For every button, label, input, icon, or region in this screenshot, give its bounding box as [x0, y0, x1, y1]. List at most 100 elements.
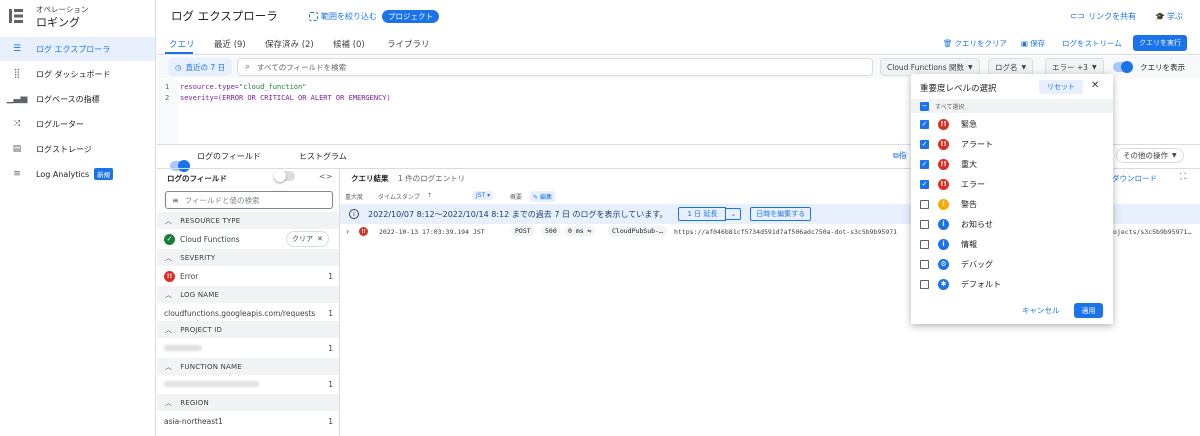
severity-option-row[interactable]: ⚙ デバッグ — [911, 254, 1113, 274]
http-status-chip[interactable]: 500 — [541, 226, 561, 236]
edit-time-label: 日時を編集する — [756, 210, 806, 218]
field-value-row[interactable]: cloudfunctions.googleapis.com/requests 1 — [157, 303, 339, 323]
info-text: 2022/10/07 8:12～2022/10/14 8:12 までの過去 7 … — [368, 209, 668, 219]
severity-option-row[interactable]: ✓!! 緊急 — [911, 114, 1113, 134]
nav-item-log-analytics[interactable]: ≡ Log Analytics 新規 — [0, 162, 155, 186]
severity-chip-label: エラー +3 — [1052, 62, 1088, 72]
dropdown-icon: ▼ — [1091, 63, 1097, 71]
edit-summary-button[interactable]: ✎ 編集 — [530, 191, 555, 202]
checked-checkbox[interactable]: ✓ — [920, 139, 929, 149]
tab-saved[interactable]: 保存済み (2) — [265, 38, 314, 50]
tab-suggested[interactable]: 候補 (0) — [333, 38, 365, 50]
apply-button[interactable]: 適用 — [1074, 303, 1103, 318]
section-resource-type[interactable]: ︿ RESOURCE TYPE — [157, 212, 339, 229]
checked-checkbox[interactable]: ✓ — [920, 159, 929, 169]
field-value-row[interactable]: 1 — [157, 374, 339, 394]
unchecked-checkbox[interactable] — [920, 239, 929, 249]
histogram-toggle[interactable] — [274, 170, 295, 182]
section-function-name[interactable]: ︿ FUNCTION NAME — [157, 358, 339, 375]
clear-filter-button[interactable]: クリア ✕ — [286, 231, 329, 247]
section-region[interactable]: ︿ REGION — [157, 394, 339, 411]
field-value-row[interactable]: ✓ Cloud Functions クリア ✕ — [157, 229, 339, 249]
product-brand[interactable]: オペレーション ロギング — [0, 0, 156, 36]
query-value: "cloud_function" — [239, 83, 307, 91]
chart-icon[interactable]: ⧉指 — [893, 150, 907, 161]
download-button[interactable]: ダウンロード — [1112, 173, 1157, 184]
severity-select-popup: 重要度レベルの選択 リセット ✕ − すべて選択 ✓!! 緊急 ✓!! アラート ✓!!… — [911, 74, 1113, 324]
indeterminate-checkbox[interactable]: − — [920, 101, 929, 111]
expand-chevron-icon[interactable]: › — [346, 227, 349, 236]
learn-label: 学ぶ — [1166, 12, 1183, 21]
show-query-toggle[interactable] — [1113, 61, 1133, 73]
unchecked-checkbox[interactable] — [920, 259, 929, 269]
unchecked-checkbox[interactable] — [920, 219, 929, 229]
cancel-button[interactable]: キャンセル — [1022, 305, 1060, 316]
check-circle-icon: ✓ — [164, 233, 175, 245]
tab-query[interactable]: クエリ — [169, 38, 195, 50]
clear-query-button[interactable]: 🗑 クエリをクリア — [943, 38, 1007, 49]
close-icon[interactable]: ✕ — [1091, 80, 1099, 91]
tab-library[interactable]: ライブラリ — [387, 38, 430, 50]
reset-button[interactable]: リセット — [1039, 80, 1083, 94]
fullscreen-icon[interactable]: ⛶ — [1180, 172, 1186, 182]
error-severity-icon: !! — [164, 270, 175, 282]
section-project-id[interactable]: ︿ PROJECT ID — [157, 321, 339, 338]
severity-option-row[interactable]: i お知らせ — [911, 214, 1113, 234]
nav-item-log-storage[interactable]: ▤ ログストレージ — [0, 137, 155, 161]
field-value-row[interactable]: 1 — [157, 338, 339, 358]
http-method-chip[interactable]: POST — [511, 226, 535, 236]
nav-item-log-dashboard[interactable]: ⣿ ログ ダッシュボード — [0, 62, 155, 86]
search-bar[interactable]: ⌕ すべてのフィールドを検索 — [237, 58, 873, 76]
latency-chip[interactable]: 0 ms ⇋ — [564, 226, 596, 236]
field-count: 1 — [328, 416, 333, 426]
severity-option-row[interactable]: ! 警告 — [911, 194, 1113, 214]
extend-dropdown-icon[interactable]: ⌄ — [726, 208, 742, 220]
select-all-row[interactable]: − すべて選択 — [911, 99, 1113, 113]
save-query-button[interactable]: ▣ 保存 — [1021, 38, 1045, 49]
severity-option-row[interactable]: i 情報 — [911, 234, 1113, 254]
collapse-panel-icon[interactable]: <> — [319, 172, 332, 181]
severity-option-label: 情報 — [961, 239, 977, 249]
field-filter-input[interactable]: ≡ フィールドと値の検索 — [165, 191, 333, 209]
section-title: REGION — [180, 398, 209, 407]
tab-recent[interactable]: 最近 (9) — [214, 38, 246, 50]
other-ops-button[interactable]: その他の操作 ▼ — [1116, 148, 1184, 163]
severity-option-row[interactable]: ✓!! 重大 — [911, 154, 1113, 174]
extend-button[interactable]: 1 日 延長 — [678, 207, 727, 221]
scope-badge: プロジェクト — [382, 10, 439, 23]
scope-icon — [309, 12, 318, 21]
user-agent-chip[interactable]: CloudPubSub-… — [608, 226, 667, 236]
severity-option-row[interactable]: ✓!! アラート — [911, 134, 1113, 154]
sort-arrow-icon[interactable]: ↑ — [427, 192, 432, 199]
run-query-button[interactable]: クエリを実行 — [1133, 35, 1187, 51]
field-value-row[interactable]: asia-northeast1 1 — [157, 411, 339, 431]
stream-logs-button[interactable]: ログをストリーム — [1062, 38, 1122, 49]
nav-item-log-metrics[interactable]: ▁▃▅ ログベースの指標 — [0, 87, 155, 111]
scope-button[interactable]: 範囲を絞り込む プロジェクト — [309, 10, 439, 23]
col-severity: 重大度 — [345, 194, 364, 201]
col-timestamp[interactable]: タイムスタンプ — [378, 192, 420, 201]
severity-option-row[interactable]: ✱ デフォルト — [911, 274, 1113, 294]
checked-checkbox[interactable]: ✓ — [920, 119, 929, 129]
section-log-name[interactable]: ︿ LOG NAME — [157, 286, 339, 303]
severity-option-row[interactable]: ✓!! エラー — [911, 174, 1113, 194]
line-number: 1 — [165, 83, 170, 91]
severity-option-label: 緊急 — [961, 119, 977, 129]
field-value-row[interactable]: !! Error 1 — [157, 266, 339, 286]
unchecked-checkbox[interactable] — [920, 279, 929, 289]
unchecked-checkbox[interactable] — [920, 199, 929, 209]
time-range-button[interactable]: ◷ 直近の 7 日 — [168, 58, 233, 76]
bar-chart-icon: ▁▃▅ — [6, 94, 28, 104]
edit-time-button[interactable]: 日時を編集する — [750, 207, 812, 221]
timezone-select[interactable]: JST ▾ — [473, 191, 494, 200]
log-fields-toggle[interactable] — [170, 160, 190, 172]
section-severity[interactable]: ︿ SEVERITY — [157, 249, 339, 266]
learn-button[interactable]: 🎓 学ぶ — [1155, 11, 1183, 22]
share-link-button[interactable]: ⊂⊃ リンクを共有 — [1070, 11, 1136, 22]
nav-item-log-router[interactable]: ⤨ ログルーター — [0, 112, 155, 136]
tab-query-underline — [165, 52, 193, 54]
severity-option-label: デバッグ — [961, 259, 993, 269]
checked-checkbox[interactable]: ✓ — [920, 179, 929, 189]
nav-item-log-explorer[interactable]: ☰ ログ エクスプローラ — [0, 37, 155, 61]
logging-logo-icon — [8, 8, 24, 24]
